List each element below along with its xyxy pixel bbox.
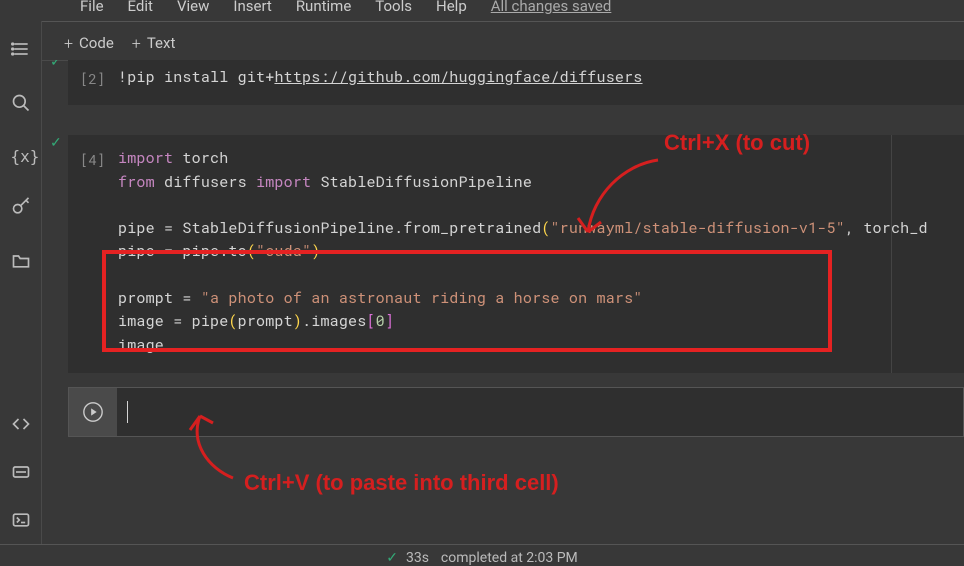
add-code-label: Code	[79, 34, 114, 52]
t: image	[118, 335, 164, 355]
menu-bar: File Edit View Insert Runtime Tools Help…	[70, 0, 964, 20]
t: )	[311, 241, 320, 261]
add-code-button[interactable]: + Code	[64, 34, 114, 53]
t: ]	[385, 311, 394, 331]
insert-toolbar: + Code + Text	[50, 28, 964, 58]
exec-completed-at: completed at 2:03 PM	[441, 550, 578, 566]
t: import	[118, 148, 173, 168]
code-content[interactable]: !pip install git+https://github.com/hugg…	[118, 66, 643, 89]
divider	[0, 21, 964, 22]
check-icon: ✓	[50, 60, 62, 70]
add-text-button[interactable]: + Text	[132, 34, 176, 53]
t: [	[366, 311, 375, 331]
menu-view[interactable]: View	[177, 0, 209, 15]
code-link[interactable]: https://github.com/huggingface/diffusers	[274, 67, 642, 87]
t: "a photo of an astronaut riding a horse …	[201, 288, 643, 308]
status-bar: ✓ 33s completed at 2:03 PM	[0, 544, 964, 566]
menu-runtime[interactable]: Runtime	[296, 0, 351, 15]
code-text: !pip install git+	[118, 67, 274, 87]
code-cell[interactable]: ✓ [2] !pip install git+https://github.co…	[68, 60, 964, 105]
left-sidebar: {x}	[0, 21, 42, 544]
run-cell-button[interactable]	[69, 388, 117, 436]
t: , torch_d	[845, 218, 928, 238]
code-cell[interactable]: ✓ [4] import torch from diffusers import…	[68, 135, 964, 373]
t: StableDiffusionPipeline	[311, 172, 532, 192]
secrets-icon[interactable]	[11, 197, 31, 221]
code-input[interactable]	[117, 388, 963, 436]
t: pipe = StableDiffusionPipeline.from_pret…	[118, 218, 541, 238]
menu-insert[interactable]: Insert	[233, 0, 271, 15]
terminal-icon[interactable]	[11, 510, 31, 534]
toc-icon[interactable]	[11, 39, 31, 63]
t: image = pipe	[118, 311, 228, 331]
check-icon: ✓	[386, 550, 398, 566]
save-status[interactable]: All changes saved	[491, 0, 612, 15]
t: "cuda"	[256, 241, 311, 261]
t: torch	[173, 148, 228, 168]
command-palette-icon[interactable]	[11, 462, 31, 486]
text-cursor	[127, 401, 128, 423]
exec-count: [2]	[80, 66, 118, 89]
variables-icon[interactable]: {x}	[11, 147, 31, 167]
t: (	[247, 241, 256, 261]
code-cell-empty[interactable]	[68, 387, 964, 437]
t: .images	[302, 311, 366, 331]
plus-icon: +	[132, 34, 141, 53]
menu-file[interactable]: File	[80, 0, 104, 15]
folder-icon[interactable]	[11, 251, 31, 275]
t: diffusers	[155, 172, 256, 192]
check-icon: ✓	[50, 135, 62, 151]
t: prompt	[238, 311, 293, 331]
t: prompt =	[118, 288, 201, 308]
menu-help[interactable]: Help	[436, 0, 467, 15]
t: )	[293, 311, 302, 331]
t: (	[228, 311, 237, 331]
t: 0	[376, 311, 385, 331]
exec-duration: 33s	[406, 550, 429, 566]
plus-icon: +	[64, 34, 73, 53]
code-snippets-icon[interactable]	[11, 414, 31, 438]
search-icon[interactable]	[11, 93, 31, 117]
annotation-cut-label: Ctrl+X (to cut)	[664, 130, 810, 156]
t: "runwayml/stable-diffusion-v1-5"	[550, 218, 844, 238]
annotation-paste-label: Ctrl+V (to paste into third cell)	[244, 470, 559, 496]
t: pipe = pipe.to	[118, 241, 247, 261]
exec-count: [4]	[80, 147, 118, 357]
code-content[interactable]: import torch from diffusers import Stabl…	[118, 147, 928, 357]
add-text-label: Text	[147, 34, 176, 52]
menu-edit[interactable]: Edit	[128, 0, 153, 15]
menu-tools[interactable]: Tools	[375, 0, 412, 15]
t: from	[118, 172, 155, 192]
t: import	[256, 172, 311, 192]
ruler	[891, 135, 892, 373]
